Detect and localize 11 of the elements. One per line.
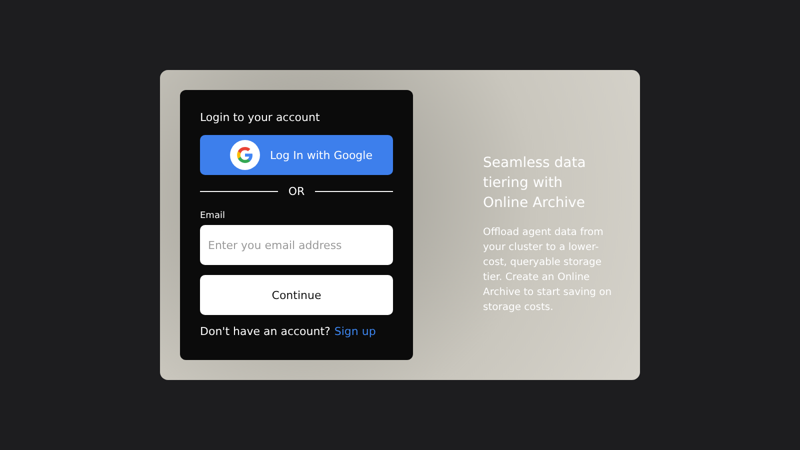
signup-prompt: Don't have an account?	[200, 325, 330, 338]
email-field[interactable]: Enter you email address	[200, 225, 393, 265]
continue-button[interactable]: Continue	[200, 275, 393, 315]
promo-text: Offload agent data from your cluster to a lower-cost, queryable storage tier. Create an Online Archive to start saving on storage costs.	[483, 226, 613, 315]
signup-link[interactable]: Sign up	[334, 325, 376, 338]
divider-label: OR	[288, 185, 305, 198]
google-login-button[interactable]: Log In with Google	[200, 135, 393, 175]
email-label: Email	[200, 211, 226, 221]
google-icon	[230, 140, 260, 170]
login-title: Login to your account	[200, 111, 321, 124]
promo-heading: Seamless data tiering with Online Archive	[483, 154, 587, 213]
